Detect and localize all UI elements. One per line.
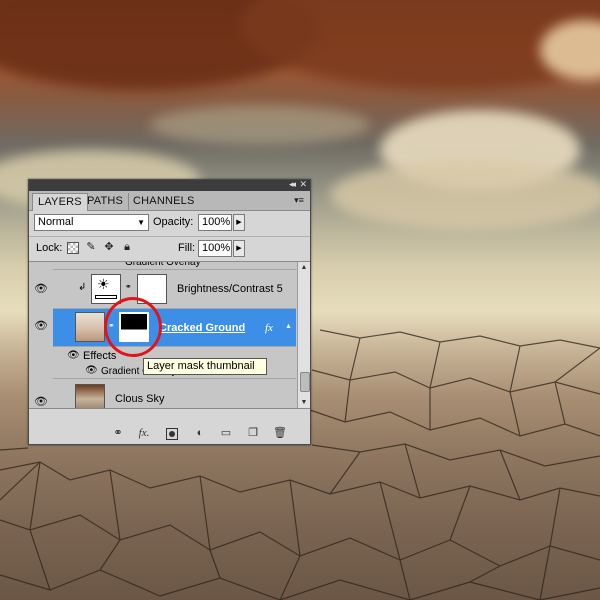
fill-label: Fill:	[178, 242, 196, 254]
layers-list: Gradient Overlay 👁︎ ↲ ☀︎ ⚭ Brightness/Co…	[29, 261, 310, 409]
opacity-slider-arrow-icon[interactable]: ▶	[233, 214, 245, 231]
tab-channels[interactable]: CHANNELS	[128, 193, 200, 210]
layer-row-clous-sky[interactable]: Clous Sky	[53, 379, 296, 409]
clipping-arrow-icon: ↲	[78, 282, 87, 293]
collapse-effects-icon[interactable]: ▲	[285, 323, 292, 330]
chain-link-icon: ⚭	[125, 282, 132, 291]
adjustment-thumbnail[interactable]: ☀︎	[91, 274, 121, 304]
panel-tabs: LAYERS PATHS CHANNELS ▾≡	[29, 191, 310, 211]
layer-row-cracked-ground[interactable]: ⚭ Cracked Ground fx ▲	[53, 309, 296, 347]
close-panel-icon[interactable]: ✕	[299, 179, 307, 190]
scroll-thumb[interactable]	[300, 372, 310, 392]
new-layer-icon[interactable]: ❐	[246, 427, 260, 439]
add-mask-icon[interactable]	[166, 428, 178, 440]
adjustment-layer-icon[interactable]: ◐	[193, 427, 207, 439]
tab-paths[interactable]: PATHS	[82, 193, 130, 210]
link-layers-icon[interactable]: ⚭	[111, 427, 125, 439]
layers-bottom-toolbar: ⚭ fx. ◐ ▭ ❐ 🗑︎	[29, 408, 310, 445]
lock-transparent-pixels-icon[interactable]	[67, 242, 79, 254]
chevron-down-icon: ▼	[137, 218, 145, 227]
slider-icon	[95, 295, 117, 299]
layer-name: Clous Sky	[115, 393, 165, 405]
fx-icon[interactable]: fx	[265, 321, 273, 335]
panel-menu-icon[interactable]: ▾≡	[293, 195, 305, 205]
blend-opacity-row: Normal ▼ Opacity: 100% ▶	[29, 211, 310, 235]
layer-row-brightness-contrast[interactable]: ↲ ☀︎ ⚭ Brightness/Contrast 5	[53, 270, 296, 309]
tooltip: Layer mask thumbnail	[143, 358, 267, 375]
effect-eye-icon[interactable]: 👁︎	[85, 365, 98, 376]
visibility-eye-icon[interactable]: 👁︎	[34, 321, 48, 332]
layers-panel: ◂◂ ✕ LAYERS PATHS CHANNELS ▾≡ Normal ▼ O…	[28, 179, 311, 445]
fill-slider-arrow-icon[interactable]: ▶	[233, 240, 245, 257]
blend-mode-value: Normal	[38, 216, 74, 228]
visibility-eye-icon[interactable]: 👁︎	[34, 284, 48, 295]
trash-icon[interactable]: 🗑︎	[273, 427, 287, 439]
layer-thumbnail[interactable]	[75, 384, 105, 409]
tab-layers[interactable]: LAYERS	[32, 193, 88, 211]
lock-fill-row: Lock: ✎ ✥ 🔒︎ Fill: 100% ▶	[29, 236, 310, 261]
brightness-icon: ☀︎	[97, 276, 110, 292]
effects-eye-icon[interactable]: 👁︎	[67, 350, 80, 361]
opacity-label: Opacity:	[153, 216, 194, 228]
visibility-eye-icon[interactable]: 👁︎	[34, 397, 48, 408]
add-layer-style-icon[interactable]: fx.	[137, 427, 151, 439]
blend-mode-select[interactable]: Normal ▼	[34, 214, 149, 231]
lock-position-icon[interactable]: ✥	[103, 241, 115, 253]
fill-field[interactable]: 100%	[198, 240, 232, 257]
layers-scrollbar[interactable]: ▲ ▼	[297, 262, 310, 409]
layer-effect-label: Gradient Overlay	[125, 261, 201, 268]
collapse-panel-icon[interactable]: ◂◂	[289, 179, 296, 190]
list-item[interactable]: Gradient Overlay	[53, 261, 296, 270]
layer-thumbnail[interactable]	[75, 312, 105, 342]
lock-all-icon[interactable]: 🔒︎	[121, 241, 133, 253]
panel-titlebar[interactable]: ◂◂ ✕	[29, 179, 310, 191]
folder-icon[interactable]: ▭	[219, 427, 233, 439]
effects-label: Effects	[83, 350, 117, 362]
layer-name: Cracked Ground	[159, 322, 246, 334]
layer-name: Brightness/Contrast 5	[177, 283, 283, 295]
opacity-field[interactable]: 100%	[198, 214, 232, 231]
scroll-up-icon[interactable]: ▲	[298, 262, 310, 274]
lock-label: Lock:	[36, 242, 63, 254]
lock-image-pixels-icon[interactable]: ✎	[85, 241, 97, 253]
